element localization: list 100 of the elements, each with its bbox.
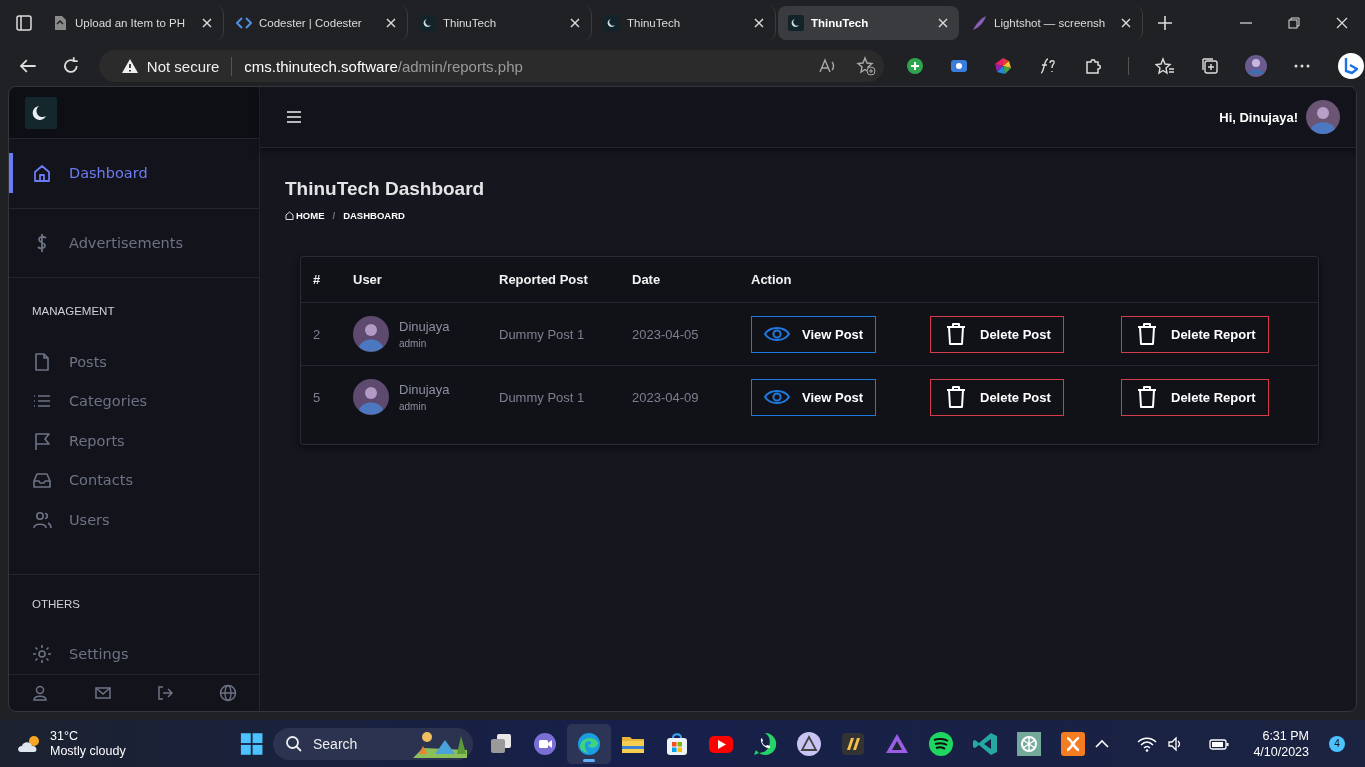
close-icon[interactable] [201,17,213,29]
table-cell-text: 2023-04-05 [632,326,700,342]
sidebar-item[interactable]: Settings [9,634,259,675]
breadcrumb-link[interactable]: HOME [285,210,325,221]
greeting-text: Hi, Dinujaya! [1219,109,1298,125]
delete-button[interactable]: Delete Post [930,315,1064,353]
user-name: Dinujaya [399,382,450,397]
battery-icon[interactable] [1209,736,1230,751]
moon-icon [604,15,620,31]
delete-button[interactable]: Delete Report [1121,378,1269,416]
table-cell-text: 5 [312,389,322,405]
browser-tab[interactable]: ThinuTech [594,6,776,40]
sidebar-item[interactable]: Users [9,500,259,540]
close-icon[interactable] [1120,17,1132,29]
column-header: Reported Post [499,272,589,287]
collections-icon[interactable] [1201,57,1219,75]
start-icon[interactable] [239,730,263,757]
sidebar-item[interactable]: Contacts [9,460,259,501]
view-post-button[interactable]: View Post [751,378,877,416]
browser-tab[interactable]: ThinuTech [410,6,592,40]
screen-icon[interactable] [950,57,968,75]
trash-icon [1137,322,1157,346]
taskbar-app[interactable] [567,723,612,764]
trash-icon [946,322,966,346]
gear-icon [31,643,53,666]
sidebar-item[interactable]: Categories [9,381,259,422]
sidebar-item[interactable]: Advertisements [9,223,259,263]
plus-circle-icon[interactable] [906,57,924,75]
user-avatar [353,316,389,352]
column-header: Action [751,272,793,287]
browser-tab[interactable]: Upload an Item to PH [42,6,224,40]
breadcrumb-separator: / [332,210,336,221]
user-avatar[interactable] [1306,100,1340,134]
formula-icon[interactable] [1038,57,1058,75]
security-button[interactable]: Not secure [114,56,233,76]
logout-icon[interactable] [156,684,175,703]
window-icon[interactable] [16,15,32,31]
sound-waves-icon [927,729,956,758]
browser-tab[interactable]: Lightshot — screensh [961,6,1143,40]
close-icon[interactable] [569,17,581,29]
favorites-icon[interactable] [1155,57,1175,75]
browser-tab[interactable]: Codester | Codester [226,6,408,40]
trash-icon [946,385,966,409]
moon-logo[interactable] [25,96,57,129]
x-tile-icon [1059,729,1088,758]
wifi-icon[interactable] [1137,735,1158,752]
menu-icon[interactable] [286,110,302,124]
temperature-text: 31°C [50,728,79,744]
knot-icon [1015,729,1044,758]
delete-button[interactable]: Delete Report [1121,315,1269,353]
puzzle-icon[interactable] [1084,57,1102,75]
weather-text: Mostly cloudy [50,743,126,759]
code-icon [236,15,252,31]
search-icon [285,734,303,753]
table-cell-text: 2023-04-09 [632,389,700,405]
moon-icon [420,15,436,31]
home-icon [285,211,294,220]
notification-badge[interactable]: 4 [1329,735,1345,752]
page-icon [52,15,68,31]
view-post-button[interactable]: View Post [751,315,877,353]
close-icon[interactable] [753,17,765,29]
moon-icon [788,15,804,31]
user-name: Dinujaya [399,319,450,334]
clock-text[interactable]: 6:31 PM 4/10/2023 [1253,727,1309,760]
eye-icon [764,325,790,343]
chevron-up-icon[interactable] [1095,738,1110,749]
user-role: admin [399,401,428,412]
trash-icon [1137,385,1157,409]
new-tab-icon[interactable] [1157,15,1173,31]
refresh-icon[interactable] [61,56,81,76]
table-cell-text: Dummy Post 1 [499,326,586,342]
close-icon[interactable] [385,17,397,29]
user-role: admin [399,338,428,349]
color-wheel-icon[interactable] [994,57,1012,75]
column-header: User [353,272,383,287]
section-heading: MANAGEMENT [31,304,116,320]
restore-icon[interactable] [1285,14,1303,32]
user-icon[interactable] [31,684,50,703]
sidebar-item[interactable]: Posts [9,342,259,382]
warning-icon [120,58,139,74]
column-header: Date [632,272,662,287]
delete-button[interactable]: Delete Post [930,378,1064,416]
globe-icon[interactable] [218,684,237,703]
sidebar-item[interactable]: Dashboard [9,153,259,194]
column-header: # [312,272,322,287]
favorite-add-icon[interactable] [856,56,876,76]
user-avatar [353,379,389,415]
section-heading: OTHERS [31,596,81,612]
feather-icon [971,15,987,31]
address-field[interactable]: Not secure cms.thinutech.software/admin/reports.php [98,50,884,82]
close-icon[interactable] [937,17,949,29]
table-cell-text: 2 [312,326,322,342]
browser-tab[interactable]: ThinuTech [778,6,959,40]
eye-icon [764,388,790,406]
profile-avatar[interactable] [1245,55,1267,77]
search-field[interactable]: Search [273,727,474,760]
sidebar-item[interactable]: Reports [9,421,259,461]
table-cell-text: Dummy Post 1 [499,389,586,405]
breadcrumb-link[interactable]: DASHBOARD [343,210,405,221]
page-title: ThinuTech Dashboard [285,178,486,200]
